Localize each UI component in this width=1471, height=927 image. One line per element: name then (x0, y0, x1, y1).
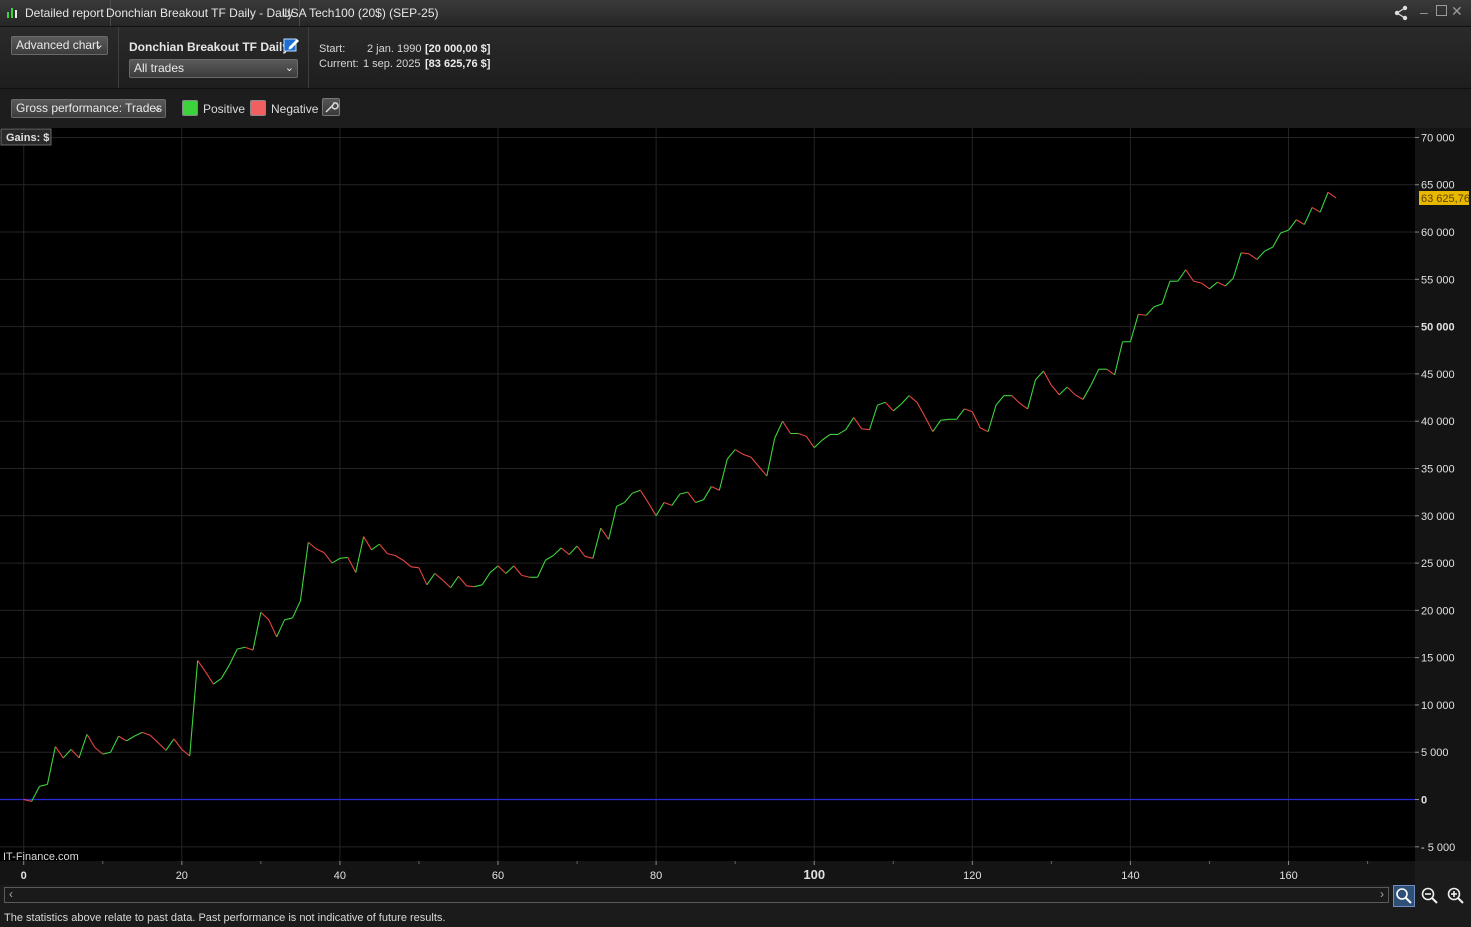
title-bar: Detailed report Donchian Breakout TF Dai… (0, 0, 1471, 27)
edit-icon[interactable] (283, 36, 300, 53)
legend-positive-label: Positive (203, 102, 246, 116)
chevron-down-icon: ⌄ (94, 39, 104, 51)
zoom-fit-icon[interactable] (1393, 885, 1415, 907)
start-date: 2 jan. 1990 (367, 43, 422, 55)
strategy-name: Donchian Breakout TF Daily (129, 40, 290, 54)
equity-chart[interactable]: 70 000 65 000 60 000 55 000 50 000 45 000 40 0… (0, 128, 1471, 885)
last-value-label: 63 625,76 (1421, 193, 1470, 205)
tab-instrument[interactable]: USA Tech100 (20$) (SEP-25) (276, 0, 445, 26)
y-tick-label: 30 000 (1421, 511, 1455, 523)
watermark: IT-Finance.com (3, 851, 79, 863)
trade-filter-value: All trades (134, 61, 185, 75)
y-tick-label: 50 000 (1421, 322, 1455, 334)
report-header: Advanced chart ⌄ Donchian Breakout TF Dai… (0, 27, 1471, 89)
chart-controls: Gross performance: Trades ⌄ Positive Nega… (0, 89, 1471, 129)
metric-select-value: Gross performance: Trades (16, 101, 163, 115)
start-value: [20 000,00 $] (425, 43, 491, 55)
scroll-right-icon[interactable]: › (1380, 887, 1384, 901)
chart-mode-select[interactable]: Advanced chart ⌄ (11, 36, 108, 55)
current-value: [83 625,76 $] (425, 58, 491, 70)
scroll-left-icon[interactable]: ‹ (9, 887, 13, 901)
divider (118, 27, 119, 88)
y-tick-label: 35 000 (1421, 463, 1455, 475)
last-value-marker: 63 625,76 (1419, 190, 1470, 205)
x-tick-label: 0 (21, 870, 27, 882)
y-tick-label: - 5 000 (1421, 842, 1455, 854)
zoom-out-icon[interactable] (1419, 885, 1441, 907)
y-tick-label: 15 000 (1421, 653, 1455, 665)
y-tick-label: 20 000 (1421, 605, 1455, 617)
x-tick-label: 140 (1121, 870, 1139, 882)
divider (308, 27, 309, 88)
settings-wrench-icon[interactable] (322, 98, 340, 116)
legend-negative-swatch[interactable] (250, 100, 266, 116)
y-tick-label: 45 000 (1421, 369, 1455, 381)
x-tick-label: 40 (334, 870, 346, 882)
chevron-down-icon: ⌄ (284, 62, 294, 74)
x-tick-label: 20 (176, 870, 188, 882)
current-date: 1 sep. 2025 (363, 58, 421, 70)
legend-negative-label: Negative (271, 102, 319, 116)
current-label: Current: (319, 58, 359, 70)
plot-area (0, 128, 1415, 861)
chevron-down-icon: ⌄ (152, 102, 162, 114)
close-icon[interactable]: ✕ (1451, 3, 1463, 20)
trade-filter-select[interactable]: All trades ⌄ (129, 59, 298, 78)
y-tick-label: 65 000 (1421, 180, 1455, 192)
legend-positive-swatch[interactable] (182, 100, 198, 116)
y-tick-label: 40 000 (1421, 416, 1455, 428)
app-logo-icon (7, 8, 17, 18)
chart-title: Gains: $ (6, 132, 49, 144)
y-tick-label: 0 (1421, 795, 1427, 807)
x-tick-label: 100 (803, 867, 825, 882)
tab-strategy[interactable]: Donchian Breakout TF Daily - Daily (100, 0, 301, 26)
x-tick-label: 60 (492, 870, 504, 882)
maximize-icon[interactable] (1436, 5, 1447, 16)
share-icon[interactable] (1393, 5, 1409, 21)
x-tick-label: 120 (963, 870, 981, 882)
chart-title-badge: Gains: $ (0, 128, 52, 146)
x-axis-panel (0, 861, 1415, 885)
metric-select[interactable]: Gross performance: Trades ⌄ (11, 99, 166, 118)
disclaimer: The statistics above relate to past data… (0, 909, 1471, 925)
y-tick-label: 5 000 (1421, 747, 1449, 759)
x-tick-label: 160 (1279, 870, 1297, 882)
zoom-in-icon[interactable] (1445, 885, 1467, 907)
y-tick-label: 70 000 (1421, 132, 1455, 144)
minimize-icon[interactable]: – (1420, 4, 1428, 20)
tab-detailed-report[interactable]: Detailed report (19, 0, 111, 26)
y-tick-label: 60 000 (1421, 227, 1455, 239)
start-label: Start: (319, 43, 346, 55)
horizontal-scrollbar[interactable]: ‹ › (4, 887, 1389, 903)
x-tick-label: 80 (650, 870, 662, 882)
y-tick-label: 10 000 (1421, 700, 1455, 712)
chart-mode-value: Advanced chart (16, 38, 100, 52)
y-tick-label: 55 000 (1421, 274, 1455, 286)
y-tick-label: 25 000 (1421, 558, 1455, 570)
